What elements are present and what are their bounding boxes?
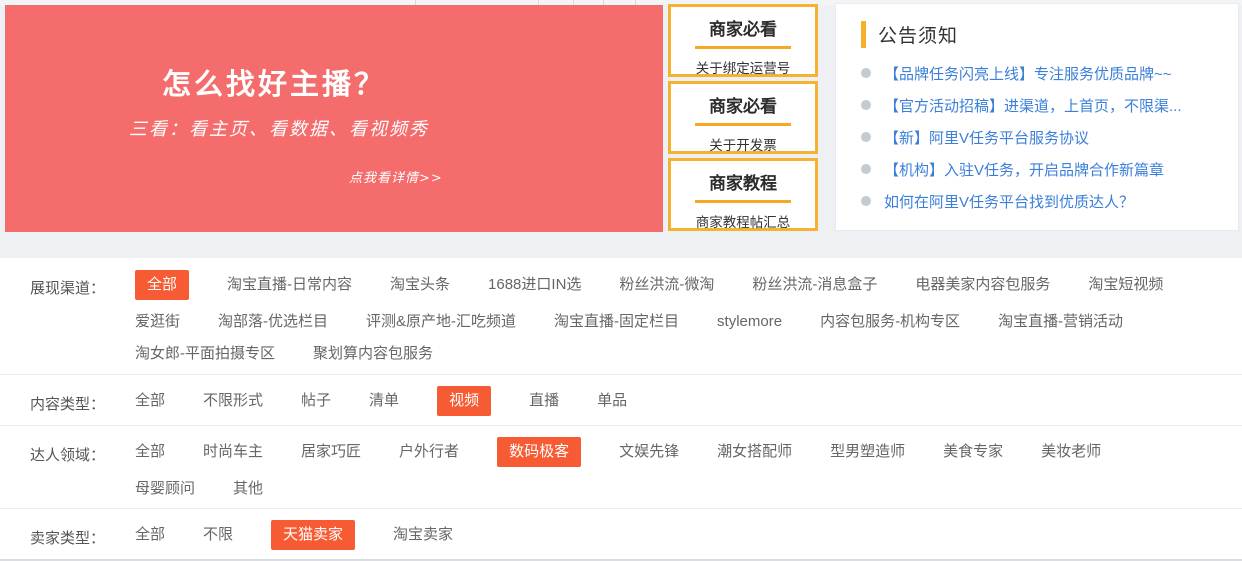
filter-option[interactable]: 母婴顾问: [135, 479, 195, 499]
filter-label-talent-domain: 达人领域：: [30, 437, 135, 465]
notice-card-subtitle: 关于绑定运营号: [671, 57, 815, 77]
filter-option[interactable]: 直播: [529, 391, 559, 411]
bullet-icon: [861, 164, 871, 174]
filter-option[interactable]: 淘女郎-平面拍摄专区: [135, 344, 275, 364]
filter-option[interactable]: 淘部落-优选栏目: [218, 312, 328, 332]
filter-row-seller-type: 卖家类型： 全部 不限 天猫卖家 淘宝卖家: [0, 508, 1242, 559]
filter-label-content-type: 内容类型：: [30, 386, 135, 414]
bullet-icon: [861, 68, 871, 78]
filter-option[interactable]: 淘宝直播-日常内容: [227, 275, 352, 295]
filter-option[interactable]: 视频: [437, 386, 491, 416]
notice-card-title: 商家必看: [671, 92, 815, 117]
filter-option[interactable]: 天猫卖家: [271, 520, 355, 550]
filter-options-channel: 全部 淘宝直播-日常内容 淘宝头条 1688进口IN选 粉丝洪流-微淘 粉丝洪流-消息盒子…: [135, 270, 1175, 364]
bullet-icon: [861, 100, 871, 110]
filter-option[interactable]: 电器美家内容包服务: [915, 275, 1050, 295]
announcement-item[interactable]: 【品牌任务闪亮上线】专注服务优质品牌~~: [836, 57, 1238, 89]
filter-option[interactable]: 不限形式: [203, 391, 263, 411]
notice-card[interactable]: 商家教程 商家教程帖汇总: [668, 158, 818, 231]
card-underline-divider: [695, 123, 791, 126]
filter-option[interactable]: 时尚车主: [203, 442, 263, 462]
announcement-link[interactable]: 【机构】入驻V任务，开启品牌合作新篇章: [884, 159, 1164, 180]
filter-option[interactable]: 帖子: [301, 391, 331, 411]
filter-option[interactable]: 型男塑造师: [830, 442, 905, 462]
filter-option[interactable]: 爱逛街: [135, 312, 180, 332]
filter-option[interactable]: 粉丝洪流-微淘: [619, 275, 714, 295]
accent-bar: [861, 21, 866, 48]
bullet-icon: [861, 196, 871, 206]
filter-option[interactable]: 淘宝头条: [390, 275, 450, 295]
announcement-link[interactable]: 【品牌任务闪亮上线】专注服务优质品牌~~: [884, 63, 1172, 84]
announcement-item[interactable]: 如何在阿里V任务平台找到优质达人？: [836, 185, 1238, 217]
filter-option[interactable]: 美食专家: [943, 442, 1003, 462]
filter-option[interactable]: 潮女搭配师: [717, 442, 792, 462]
notice-card[interactable]: 商家必看 关于开发票: [668, 81, 818, 154]
notice-card-title: 商家必看: [671, 15, 815, 40]
filter-option[interactable]: 淘宝卖家: [393, 525, 453, 545]
notice-card-subtitle: 关于开发票: [671, 134, 815, 154]
announcement-item[interactable]: 【机构】入驻V任务，开启品牌合作新篇章: [836, 153, 1238, 185]
announcements-panel: 公告须知 【品牌任务闪亮上线】专注服务优质品牌~~ 【官方活动招稿】进渠道，上首…: [835, 3, 1239, 231]
announcement-link[interactable]: 如何在阿里V任务平台找到优质达人？: [884, 191, 1134, 212]
filter-options-talent-domain: 全部 时尚车主 居家巧匠 户外行者 数码极客 文娱先锋 潮女搭配师 型男塑造师 美食专家 美妆老师…: [135, 437, 1175, 499]
bullet-icon: [861, 132, 871, 142]
announcement-item[interactable]: 【官方活动招稿】进渠道，上首页，不限渠...: [836, 89, 1238, 121]
filter-option[interactable]: 淘宝直播-固定栏目: [554, 312, 679, 332]
announcements-title: 公告须知: [878, 21, 958, 48]
filter-label-channel: 展现渠道：: [30, 270, 135, 298]
filter-option[interactable]: 全部: [135, 391, 165, 411]
filter-option[interactable]: 清单: [369, 391, 399, 411]
filter-option[interactable]: 聚划算内容包服务: [313, 344, 433, 364]
announcement-item[interactable]: 【新】阿里V任务平台服务协议: [836, 121, 1238, 153]
hero-detail-link[interactable]: 点我看详情>>: [349, 167, 443, 186]
filter-option[interactable]: 居家巧匠: [301, 442, 361, 462]
filter-panel: 展现渠道： 全部 淘宝直播-日常内容 淘宝头条 1688进口IN选 粉丝洪流-微淘 粉丝洪…: [0, 258, 1242, 561]
filter-option[interactable]: 内容包服务-机构专区: [820, 312, 960, 332]
filter-label-seller-type: 卖家类型：: [30, 520, 135, 548]
filter-option[interactable]: 户外行者: [399, 442, 459, 462]
filter-option[interactable]: 美妆老师: [1041, 442, 1101, 462]
filter-option[interactable]: 全部: [135, 442, 165, 462]
filter-option[interactable]: 数码极客: [497, 437, 581, 467]
filter-option[interactable]: 文娱先锋: [619, 442, 679, 462]
hero-title: 怎么找好主播？: [162, 61, 386, 103]
hero-banner[interactable]: 怎么找好主播？ 三看：看主页、看数据、看视频秀 点我看详情>>: [5, 5, 663, 232]
filter-option[interactable]: 淘宝短视频: [1088, 275, 1163, 295]
notice-card-column: 商家必看 关于绑定运营号 商家必看 关于开发票 商家教程 商家教程帖汇总: [668, 4, 818, 231]
filter-option[interactable]: stylemore: [717, 312, 782, 332]
filter-option[interactable]: 其他: [233, 479, 263, 499]
filter-option[interactable]: 淘宝直播-营销活动: [998, 312, 1123, 332]
filter-options-seller-type: 全部 不限 天猫卖家 淘宝卖家: [135, 520, 1175, 550]
hero-subtitle: 三看：看主页、看数据、看视频秀: [129, 115, 429, 141]
notice-card-subtitle: 商家教程帖汇总: [671, 211, 815, 231]
filter-option[interactable]: 不限: [203, 525, 233, 545]
card-underline-divider: [695, 46, 791, 49]
filter-option[interactable]: 1688进口IN选: [488, 275, 581, 295]
filter-option[interactable]: 全部: [135, 525, 165, 545]
notice-card[interactable]: 商家必看 关于绑定运营号: [668, 4, 818, 77]
announcements-list: 【品牌任务闪亮上线】专注服务优质品牌~~ 【官方活动招稿】进渠道，上首页，不限渠…: [836, 57, 1238, 217]
filter-options-content-type: 全部 不限形式 帖子 清单 视频 直播 单品: [135, 386, 1175, 416]
filter-option[interactable]: 全部: [135, 270, 189, 300]
filter-option[interactable]: 评测&原产地-汇吃频道: [366, 312, 516, 332]
notice-card-title: 商家教程: [671, 169, 815, 194]
filter-option[interactable]: 粉丝洪流-消息盒子: [752, 275, 877, 295]
filter-row-channel: 展现渠道： 全部 淘宝直播-日常内容 淘宝头条 1688进口IN选 粉丝洪流-微淘 粉丝洪…: [0, 258, 1242, 374]
card-underline-divider: [695, 200, 791, 203]
announcement-link[interactable]: 【新】阿里V任务平台服务协议: [884, 127, 1089, 148]
filter-row-talent-domain: 达人领域： 全部 时尚车主 居家巧匠 户外行者 数码极客 文娱先锋 潮女搭配师 型男塑造师 美食…: [0, 425, 1242, 508]
announcements-header: 公告须知: [861, 21, 1238, 48]
announcement-link[interactable]: 【官方活动招稿】进渠道，上首页，不限渠...: [884, 95, 1182, 116]
filter-option[interactable]: 单品: [597, 391, 627, 411]
filter-row-content-type: 内容类型： 全部 不限形式 帖子 清单 视频 直播 单品: [0, 374, 1242, 425]
